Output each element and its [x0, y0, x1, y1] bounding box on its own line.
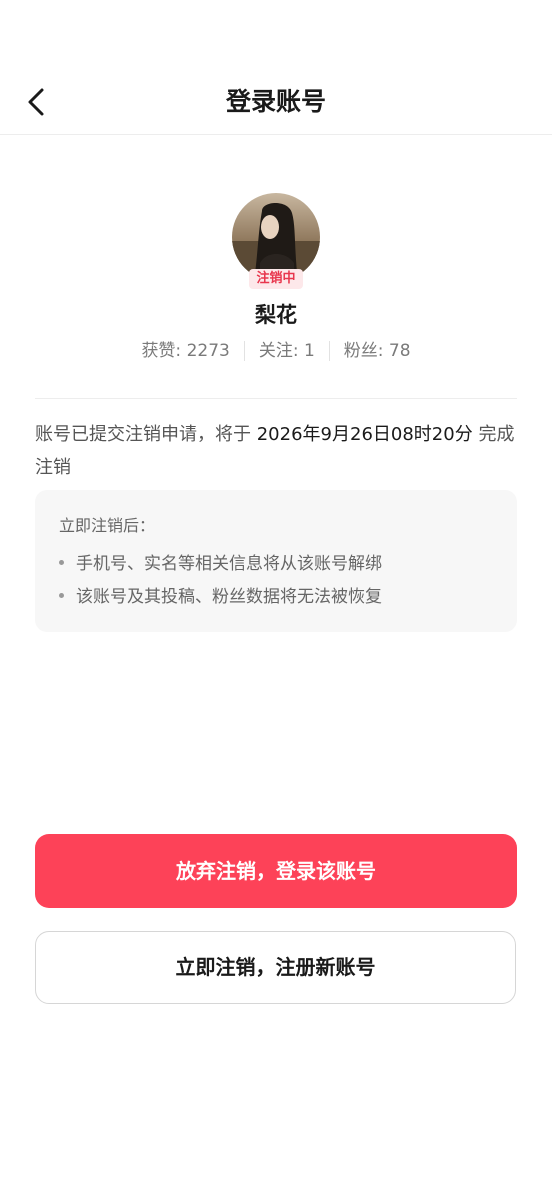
section-divider: [35, 398, 517, 399]
profile-stats: 获赞: 2273 关注: 1 粉丝: 78: [0, 338, 552, 364]
page-title: 登录账号: [225, 87, 326, 116]
list-item: 该账号及其投稿、粉丝数据将无法被恢复: [59, 584, 382, 610]
list-item-text: 手机号、实名等相关信息将从该账号解绑: [76, 554, 382, 574]
bullet-icon: [59, 559, 64, 565]
delete-now-register-button[interactable]: 立即注销，注册新账号: [35, 931, 516, 1004]
following-count: 关注: 1: [258, 341, 315, 361]
top-nav-bar: 登录账号: [0, 70, 552, 135]
list-item-text: 该账号及其投稿、粉丝数据将无法被恢复: [76, 587, 382, 607]
likes-count: 获赞: 2273: [141, 341, 230, 361]
cancellation-notice: 账号已提交注销申请，将于 2026年9月26日08时20分 完成注销: [35, 418, 520, 484]
followers-count: 粉丝: 78: [343, 341, 411, 361]
status-badge: 注销中: [249, 269, 303, 289]
username: 梨花: [255, 303, 297, 327]
notice-date: 2026年9月26日08时20分: [256, 424, 473, 445]
list-item: 手机号、实名等相关信息将从该账号解绑: [59, 551, 382, 577]
bullet-icon: [59, 592, 64, 598]
info-box-title: 立即注销后：: [59, 516, 156, 535]
info-box: 立即注销后： 手机号、实名等相关信息将从该账号解绑 该账号及其投稿、粉丝数据将无…: [35, 490, 517, 632]
avatar: [232, 193, 320, 281]
cancel-deletion-login-button[interactable]: 放弃注销，登录该账号: [35, 834, 517, 908]
notice-prefix: 账号已提交注销申请，将于: [35, 424, 257, 445]
